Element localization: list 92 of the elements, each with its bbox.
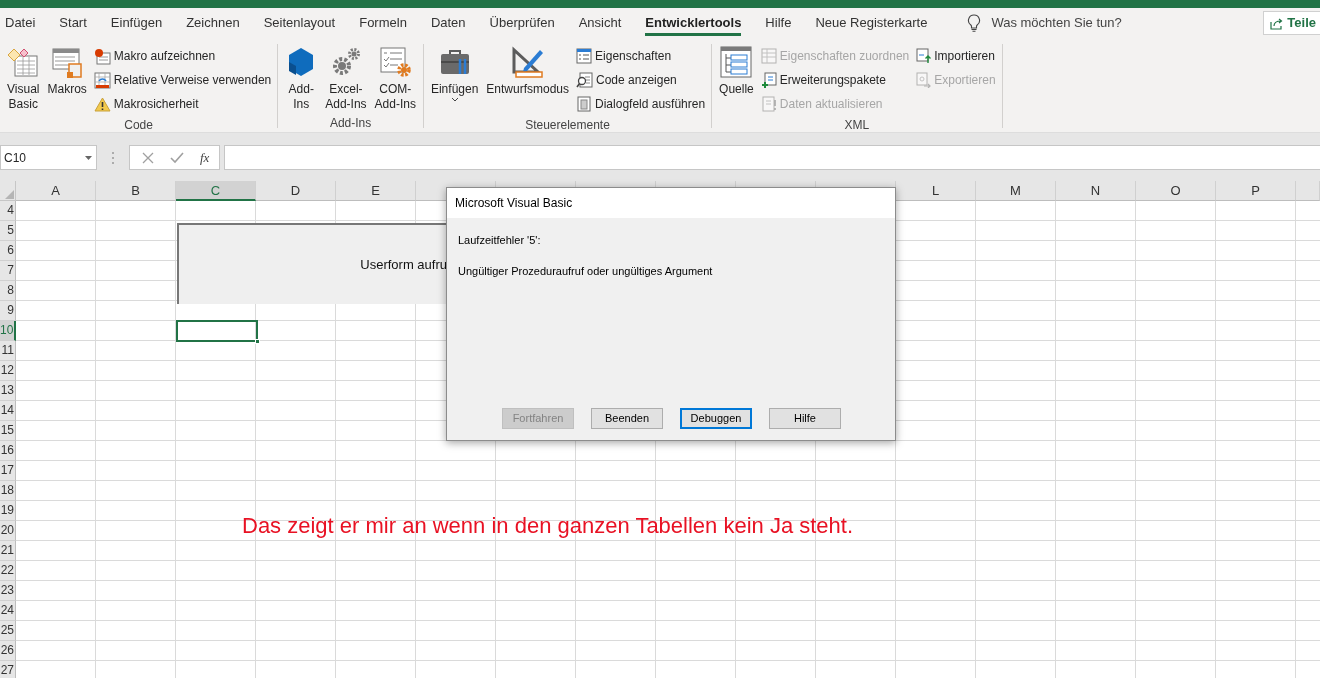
- ribbon-tab[interactable]: Datei: [0, 8, 48, 38]
- ribbon-tab[interactable]: Entwicklertools: [633, 8, 754, 38]
- group-label: Code: [123, 117, 154, 132]
- ribbon-button[interactable]: Makrosicherheit: [91, 92, 274, 116]
- row-header[interactable]: 27: [0, 661, 16, 678]
- ribbon-button[interactable]: Eigenschaften: [574, 44, 708, 68]
- ribbon-button[interactable]: Makro aufzeichnen: [91, 44, 274, 68]
- formula-input[interactable]: [224, 145, 1320, 170]
- ribbon-button[interactable]: Excel- Add-Ins: [322, 44, 370, 114]
- row-header[interactable]: 14: [0, 401, 16, 421]
- share-icon: [1270, 16, 1284, 30]
- group-label: XML: [843, 117, 871, 132]
- row-header[interactable]: 23: [0, 581, 16, 601]
- share-button[interactable]: Teile: [1263, 11, 1320, 35]
- properties-icon: [576, 48, 593, 64]
- row-header[interactable]: 8: [0, 281, 16, 301]
- ribbon-button[interactable]: Relative Verweise verwenden: [91, 68, 274, 92]
- grid-arrow-icon: [93, 71, 111, 89]
- import-icon: [915, 48, 932, 64]
- ribbon-button[interactable]: Dialogfeld ausführen: [574, 92, 708, 116]
- macro-sheet-icon: [51, 46, 84, 78]
- row-header[interactable]: 22: [0, 561, 16, 581]
- row-header[interactable]: 10: [0, 321, 16, 341]
- ribbon-tab[interactable]: Ansicht: [566, 8, 634, 38]
- shape-button[interactable]: Userform aufru: [177, 223, 447, 304]
- row-header[interactable]: 16: [0, 441, 16, 461]
- ribbon-tab[interactable]: Daten: [418, 8, 478, 38]
- row-header[interactable]: 15: [0, 421, 16, 441]
- dialog-button[interactable]: Debuggen: [680, 408, 752, 429]
- row-header[interactable]: 12: [0, 361, 16, 381]
- group-label: Add-Ins: [328, 115, 373, 132]
- lightbulb-icon: [967, 14, 982, 32]
- magnifier-document-icon: [576, 72, 594, 88]
- row-header[interactable]: 19: [0, 501, 16, 521]
- ribbon-button[interactable]: Einfügen: [427, 44, 482, 104]
- check-icon: [170, 151, 184, 164]
- table-icon: [760, 48, 777, 64]
- ribbon-tab[interactable]: Neue Registerkarte: [803, 8, 940, 38]
- ribbon-tab[interactable]: Seitenlayout: [251, 8, 348, 38]
- ribbon-button[interactable]: Add- Ins: [282, 44, 321, 114]
- dialog-message: Ungültiger Prozeduraufruf oder ungültiges Argument: [458, 263, 714, 279]
- close-icon: [142, 151, 154, 164]
- dialog-button[interactable]: Beenden: [591, 408, 663, 429]
- group-label: Steuerelemente: [524, 117, 611, 132]
- search-field[interactable]: Was möchten Sie tun?: [989, 12, 1160, 34]
- ribbon-button[interactable]: Entwurfsmodus: [483, 44, 573, 99]
- row-header[interactable]: 18: [0, 481, 16, 501]
- dialog-message: Laufzeitfehler '5':: [458, 233, 542, 248]
- export-icon: [915, 72, 932, 88]
- ribbon-button[interactable]: Importieren: [913, 44, 998, 68]
- row-header[interactable]: 24: [0, 601, 16, 621]
- ribbon-button[interactable]: COM- Add-Ins: [371, 44, 419, 114]
- row-header[interactable]: 21: [0, 541, 16, 561]
- ribbon-tab[interactable]: Zeichnen: [174, 8, 252, 38]
- ribbon-button[interactable]: Code anzeigen: [574, 68, 708, 92]
- document-icon: [576, 96, 593, 112]
- ribbon-button[interactable]: Makros: [44, 44, 90, 99]
- dialog-button[interactable]: Hilfe: [769, 408, 841, 429]
- grip-icon: [111, 151, 115, 165]
- row-header[interactable]: 13: [0, 381, 16, 401]
- ribbon-tab[interactable]: Start: [47, 8, 99, 38]
- ribbon-tab[interactable]: Hilfe: [753, 8, 804, 38]
- ribbon-button[interactable]: Quelle: [716, 44, 757, 99]
- ribbon-button[interactable]: Erweiterungspakete: [758, 68, 912, 92]
- document-plus-icon: [760, 72, 777, 88]
- column-header[interactable]: C: [176, 181, 256, 201]
- row-header[interactable]: 5: [0, 221, 16, 241]
- row-header[interactable]: 11: [0, 341, 16, 361]
- ribbon-button[interactable]: Visual Basic: [4, 44, 43, 114]
- row-header[interactable]: 17: [0, 461, 16, 481]
- record-icon: [93, 47, 111, 65]
- ribbon-tab[interactable]: Einfügen: [98, 8, 175, 38]
- document-icon: [760, 96, 777, 112]
- row-header[interactable]: 25: [0, 621, 16, 641]
- ribbon-tab[interactable]: Formeln: [347, 8, 419, 38]
- shapes-sheet-icon: [7, 46, 40, 78]
- row-header[interactable]: 7: [0, 261, 16, 281]
- selected-cell[interactable]: [176, 320, 258, 342]
- ruler-pencil-icon: [511, 46, 544, 78]
- dialog-title: Microsoft Visual Basic: [447, 188, 895, 218]
- row-header[interactable]: 26: [0, 641, 16, 661]
- row-header[interactable]: 20: [0, 521, 16, 541]
- row-header[interactable]: 9: [0, 301, 16, 321]
- ribbon-tab[interactable]: Überprüfen: [477, 8, 567, 38]
- warning-icon: [93, 96, 111, 112]
- checklist-gear-icon: [379, 46, 412, 78]
- row-header[interactable]: 4: [0, 201, 16, 221]
- name-box[interactable]: C10: [0, 145, 97, 170]
- tree-icon: [720, 46, 753, 78]
- function-button[interactable]: fx: [200, 147, 210, 168]
- annotation-text: Das zeigt er mir an wenn in den ganzen Tabellen kein Ja steht.: [242, 512, 854, 540]
- row-header[interactable]: 6: [0, 241, 16, 261]
